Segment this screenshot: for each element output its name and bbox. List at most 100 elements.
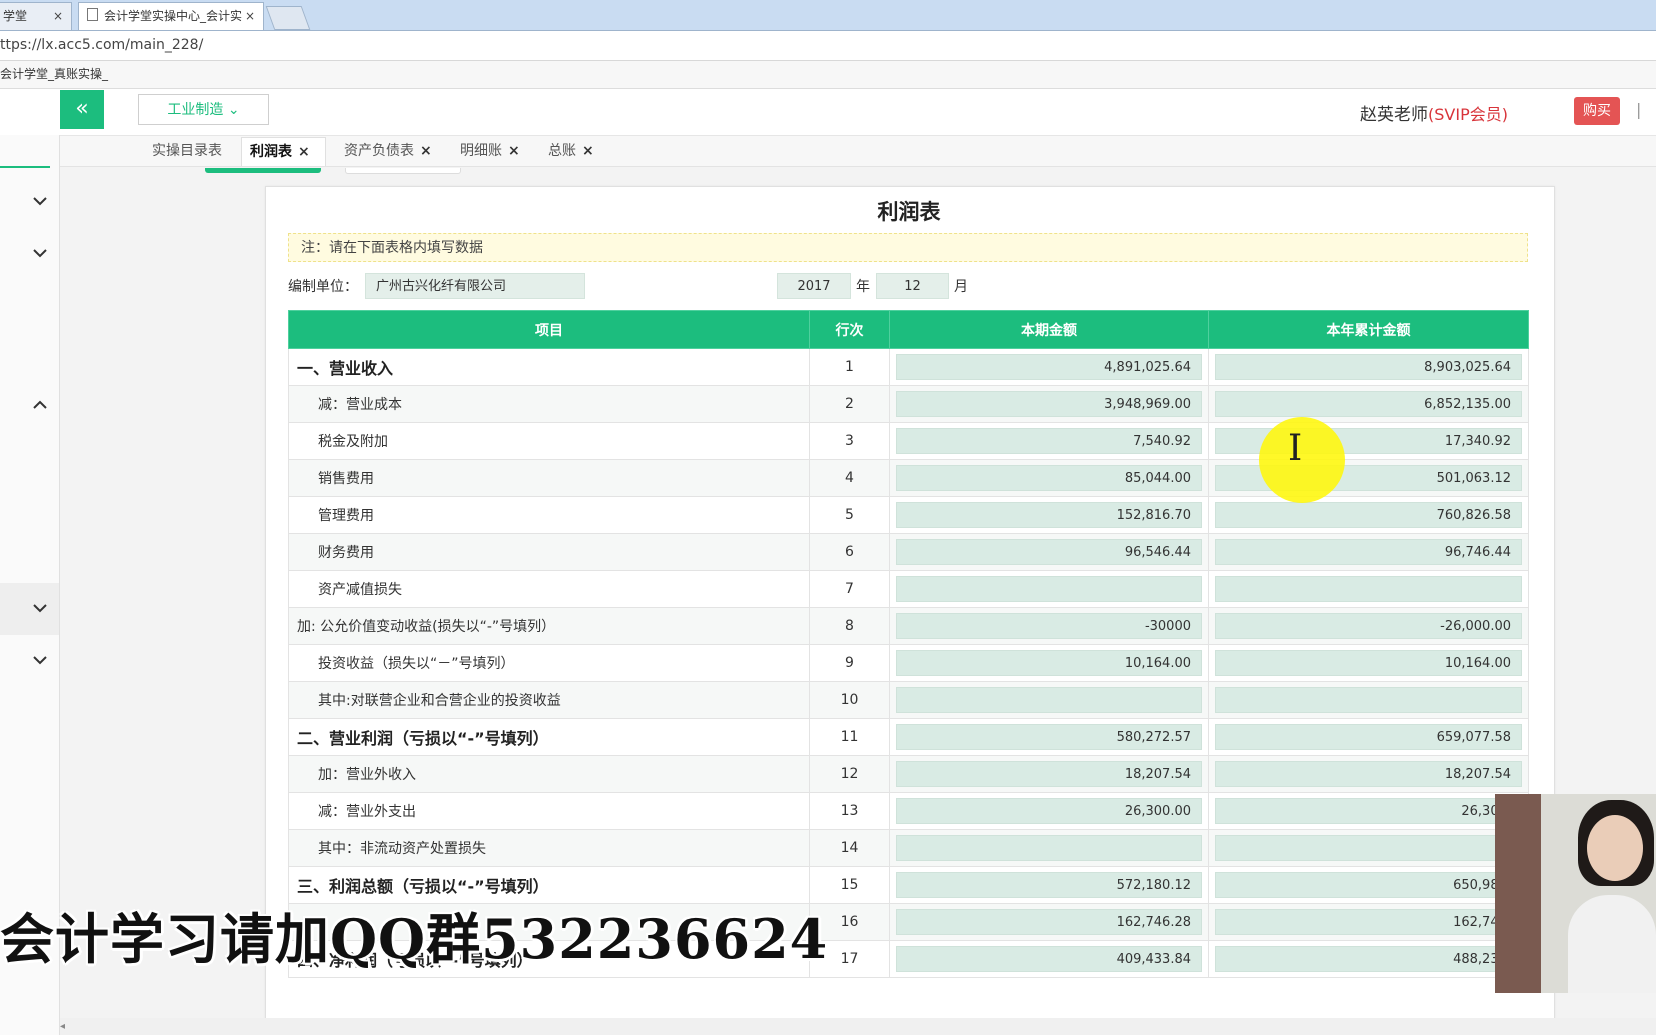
current-amount-input[interactable]: 580,272.57 xyxy=(896,724,1202,750)
current-amount-cell xyxy=(889,829,1209,867)
income-statement-table: 项目 行次 本期金额 本年累计金额 一、营业收入 1 4,891,025.64 8,9… xyxy=(288,310,1529,978)
row-number-cell: 10 xyxy=(809,681,890,719)
ytd-amount-input[interactable]: 650,985. xyxy=(1215,872,1522,898)
current-amount-input[interactable] xyxy=(896,687,1202,713)
item-cell: 管理费用 xyxy=(288,496,810,534)
ytd-amount-input[interactable]: 8,903,025.64 xyxy=(1215,354,1522,380)
item-cell: 其中：非流动资产处置损失 xyxy=(288,829,810,867)
bookmark-item[interactable]: 会计学堂_真账实操_ xyxy=(0,67,108,81)
browser-tab-label: 学堂 xyxy=(3,9,28,23)
current-amount-cell: 409,433.84 xyxy=(889,940,1209,978)
current-amount-cell: 85,044.00 xyxy=(889,459,1209,497)
close-icon[interactable]: × xyxy=(245,3,255,29)
current-amount-cell xyxy=(889,570,1209,608)
tab-indicator-outline xyxy=(345,168,461,174)
ytd-amount-input[interactable]: 162,746. xyxy=(1215,909,1522,935)
current-amount-cell: 572,180.12 xyxy=(889,866,1209,904)
buy-button[interactable]: 购买 xyxy=(1574,97,1620,125)
ytd-amount-cell: 10,164.00 xyxy=(1208,644,1529,682)
company-field[interactable]: 广州古兴化纤有限公司 xyxy=(365,273,585,299)
current-amount-input[interactable]: 572,180.12 xyxy=(896,872,1202,898)
ytd-amount-cell: 659,077.58 xyxy=(1208,718,1529,756)
address-bar[interactable]: ttps://lx.acc5.com/main_228/ xyxy=(0,31,1656,61)
item-cell: 资产减值损失 xyxy=(288,570,810,608)
current-amount-input[interactable]: 152,816.70 xyxy=(896,502,1202,528)
browser-tab-active[interactable]: 会计学堂实操中心_会计实 × xyxy=(78,2,264,30)
ytd-amount-cell: 26,300. xyxy=(1208,792,1529,830)
chevron-up-icon[interactable] xyxy=(32,400,48,410)
sidebar-item-highlight[interactable] xyxy=(0,583,59,635)
tab-general-ledger[interactable]: 总账 × xyxy=(548,137,594,166)
ytd-amount-input[interactable]: -26,000.00 xyxy=(1215,613,1522,639)
current-amount-input[interactable]: 85,044.00 xyxy=(896,465,1202,491)
ytd-amount-cell: 18,207.54 xyxy=(1208,755,1529,793)
ytd-amount-input[interactable] xyxy=(1215,687,1522,713)
chevron-down-icon[interactable] xyxy=(32,603,48,613)
bookshelf xyxy=(1495,794,1541,993)
item-cell: 二、营业利润（亏损以“-”号填列） xyxy=(288,718,810,756)
item-cell: 财务费用 xyxy=(288,533,810,571)
current-amount-input[interactable] xyxy=(896,835,1202,861)
item-cell: 加：营业外收入 xyxy=(288,755,810,793)
current-amount-input[interactable] xyxy=(896,576,1202,602)
current-amount-input[interactable]: 4,891,025.64 xyxy=(896,354,1202,380)
tab-balance-sheet[interactable]: 资产负债表 × xyxy=(344,137,432,166)
close-icon[interactable]: × xyxy=(508,143,520,159)
table-row: 资产减值损失 7 xyxy=(288,570,1529,608)
close-icon[interactable]: × xyxy=(298,144,310,160)
industry-dropdown[interactable]: 工业制造 ⌄ xyxy=(138,94,269,125)
table-row: 加: 公允价值变动收益(损失以“-”号填列） 8 -30000 -26,000.00 xyxy=(288,607,1529,645)
instruction-note: 注：请在下面表格内填写数据 xyxy=(288,233,1528,262)
tab-income-statement[interactable]: 利润表 × xyxy=(241,137,326,166)
tab-catalog[interactable]: 实操目录表 xyxy=(152,137,222,166)
tab-label: 实操目录表 xyxy=(152,143,222,159)
ytd-amount-input[interactable]: 6,852,135.00 xyxy=(1215,391,1522,417)
current-amount-input[interactable]: 409,433.84 xyxy=(896,946,1202,972)
row-number-cell: 14 xyxy=(809,829,890,867)
text-cursor-icon: I xyxy=(1288,428,1303,469)
year-field[interactable]: 2017 xyxy=(777,273,851,299)
ytd-amount-input[interactable] xyxy=(1215,576,1522,602)
collapse-sidebar-button[interactable]: « xyxy=(60,90,104,129)
header-separator: | xyxy=(1636,100,1642,119)
chevron-down-icon[interactable] xyxy=(32,196,48,206)
row-number-cell: 4 xyxy=(809,459,890,497)
month-label: 月 xyxy=(954,279,968,295)
current-amount-input[interactable]: 26,300.00 xyxy=(896,798,1202,824)
tab-detail-ledger[interactable]: 明细账 × xyxy=(460,137,520,166)
current-amount-input[interactable]: -30000 xyxy=(896,613,1202,639)
table-row: 其中：非流动资产处置损失 14 xyxy=(288,829,1529,867)
row-number-cell: 13 xyxy=(809,792,890,830)
current-amount-input[interactable]: 18,207.54 xyxy=(896,761,1202,787)
close-icon[interactable]: × xyxy=(53,3,63,29)
ytd-amount-cell: 162,746. xyxy=(1208,903,1529,941)
ytd-amount-input[interactable]: 26,300. xyxy=(1215,798,1522,824)
table-row: 二、营业利润（亏损以“-”号填列） 11 580,272.57 659,077.58 xyxy=(288,718,1529,756)
browser-tab[interactable]: 学堂 × xyxy=(0,2,72,30)
ytd-amount-input[interactable] xyxy=(1215,835,1522,861)
column-header: 项目 xyxy=(288,310,810,349)
current-amount-input[interactable]: 7,540.92 xyxy=(896,428,1202,454)
current-amount-input[interactable]: 96,546.44 xyxy=(896,539,1202,565)
close-icon[interactable]: × xyxy=(420,143,432,159)
current-amount-input[interactable]: 3,948,969.00 xyxy=(896,391,1202,417)
horizontal-scrollbar[interactable]: ◂ xyxy=(60,1018,1656,1035)
current-amount-input[interactable]: 162,746.28 xyxy=(896,909,1202,935)
scroll-left-icon[interactable]: ◂ xyxy=(60,1021,65,1032)
current-amount-input[interactable]: 10,164.00 xyxy=(896,650,1202,676)
month-field[interactable]: 12 xyxy=(876,273,949,299)
column-header: 本期金额 xyxy=(889,310,1209,349)
ytd-amount-input[interactable]: 760,826.58 xyxy=(1215,502,1522,528)
ytd-amount-input[interactable]: 10,164.00 xyxy=(1215,650,1522,676)
chevron-down-icon[interactable] xyxy=(32,655,48,665)
presenter-face xyxy=(1587,815,1643,881)
table-body: 一、营业收入 1 4,891,025.64 8,903,025.64 减：营业成本 2 3,… xyxy=(288,348,1529,978)
ytd-amount-input[interactable]: 18,207.54 xyxy=(1215,761,1522,787)
close-icon[interactable]: × xyxy=(582,143,594,159)
ytd-amount-input[interactable]: 659,077.58 xyxy=(1215,724,1522,750)
ytd-amount-cell: 501,063.12 xyxy=(1208,459,1529,497)
ytd-amount-input[interactable]: 488,238. xyxy=(1215,946,1522,972)
current-amount-cell: 26,300.00 xyxy=(889,792,1209,830)
chevron-down-icon[interactable] xyxy=(32,248,48,258)
ytd-amount-input[interactable]: 96,746.44 xyxy=(1215,539,1522,565)
